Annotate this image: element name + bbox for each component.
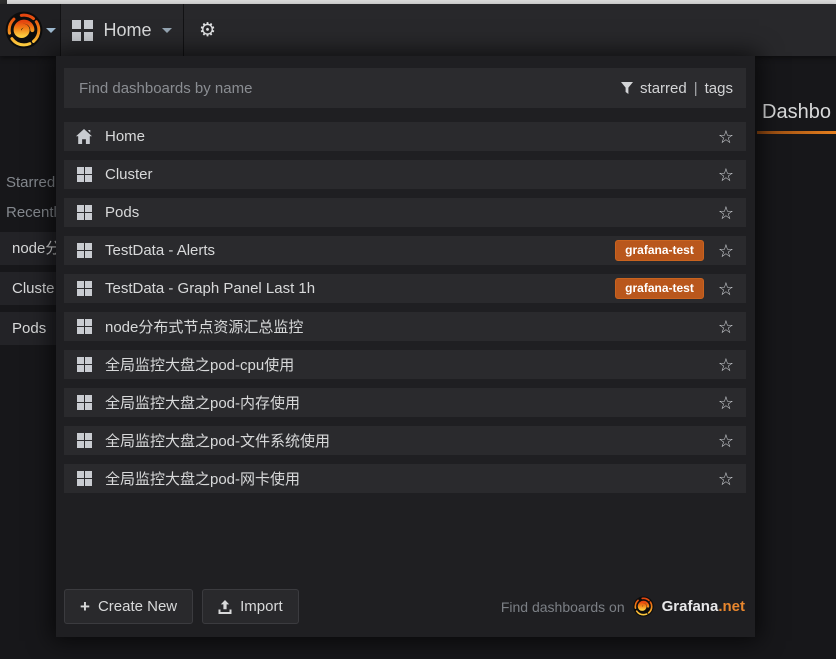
dashboard-search-panel: starred | tags Home ☆ Cluster ☆ xyxy=(56,56,755,637)
dashboard-title: 全局监控大盘之pod-网卡使用 xyxy=(105,468,718,489)
star-icon[interactable]: ☆ xyxy=(718,394,734,412)
filter-tags-link[interactable]: tags xyxy=(705,80,733,97)
dashboard-title: Cluster xyxy=(105,166,718,183)
dashboard-row[interactable]: TestData - Graph Panel Last 1h grafana-t… xyxy=(64,274,746,303)
navbar: Home ⚙ xyxy=(0,4,836,56)
background-section-starred: Starred xyxy=(6,174,55,191)
grid-icon xyxy=(76,167,92,182)
grid-icon xyxy=(76,357,92,372)
tag-badge[interactable]: grafana-test xyxy=(615,240,704,261)
dashboard-list: Home ☆ Cluster ☆ Pods ☆ xyxy=(64,122,746,502)
star-icon[interactable]: ☆ xyxy=(718,356,734,374)
grafana-main-menu-button[interactable] xyxy=(0,4,61,56)
grid-icon xyxy=(76,281,92,296)
background-dashboard-link[interactable]: Cluste xyxy=(0,272,56,305)
star-icon[interactable]: ☆ xyxy=(718,432,734,450)
grafana-screen: { "navbar": { "home_label": "Home" }, "b… xyxy=(0,0,836,659)
star-icon[interactable]: ☆ xyxy=(718,280,734,298)
tab-active-underline xyxy=(757,131,836,134)
upload-icon xyxy=(218,600,232,614)
star-icon[interactable]: ☆ xyxy=(718,166,734,184)
dashboard-picker-label: Home xyxy=(103,20,151,41)
grid-icon xyxy=(76,243,92,258)
background-dashboard-link[interactable]: Pods xyxy=(0,312,56,345)
grafana-logo-icon xyxy=(5,11,43,49)
dashboard-picker-button[interactable]: Home xyxy=(61,4,184,56)
background-tab-dashboards[interactable]: Dashbo xyxy=(762,101,831,124)
filter-divider: | xyxy=(694,80,698,97)
chevron-down-icon xyxy=(46,28,56,33)
settings-menu-button[interactable]: ⚙ xyxy=(184,4,216,56)
dashboard-row[interactable]: 全局监控大盘之pod-文件系统使用 ☆ xyxy=(64,426,746,455)
grid-icon xyxy=(72,20,93,41)
grid-icon xyxy=(76,395,92,410)
grid-icon xyxy=(76,319,92,334)
import-button[interactable]: Import xyxy=(202,589,299,624)
dashboard-title: TestData - Graph Panel Last 1h xyxy=(105,280,615,297)
grafana-net-logo-icon xyxy=(633,596,654,617)
dashboard-title: 全局监控大盘之pod-cpu使用 xyxy=(105,354,718,375)
chevron-down-icon xyxy=(162,28,172,33)
star-icon[interactable]: ☆ xyxy=(718,470,734,488)
dashboard-row[interactable]: 全局监控大盘之pod-内存使用 ☆ xyxy=(64,388,746,417)
dashboard-row[interactable]: TestData - Alerts grafana-test ☆ xyxy=(64,236,746,265)
dashboard-title: TestData - Alerts xyxy=(105,242,615,259)
grid-icon xyxy=(76,471,92,486)
grafana-net-label: Grafana .net xyxy=(662,598,745,615)
grid-icon xyxy=(76,205,92,220)
dashboard-row[interactable]: Cluster ☆ xyxy=(64,160,746,189)
home-icon xyxy=(76,129,92,144)
grid-icon xyxy=(76,433,92,448)
create-new-button[interactable]: + Create New xyxy=(64,589,193,624)
grafana-net-link[interactable]: Find dashboards on Grafana .net xyxy=(501,596,745,617)
dashboard-title: 全局监控大盘之pod-文件系统使用 xyxy=(105,430,718,451)
search-input[interactable] xyxy=(77,79,621,98)
dashboard-row[interactable]: 全局监控大盘之pod-cpu使用 ☆ xyxy=(64,350,746,379)
search-bar: starred | tags xyxy=(64,68,746,108)
star-icon[interactable]: ☆ xyxy=(718,242,734,260)
dashboard-title: Home xyxy=(105,128,718,145)
dashboard-row[interactable]: Home ☆ xyxy=(64,122,746,151)
tag-badge[interactable]: grafana-test xyxy=(615,278,704,299)
filter-controls: starred | tags xyxy=(621,80,733,97)
filter-starred-link[interactable]: starred xyxy=(640,80,687,97)
dashboard-title: 全局监控大盘之pod-内存使用 xyxy=(105,392,718,413)
dashboard-title: Pods xyxy=(105,204,718,221)
star-icon[interactable]: ☆ xyxy=(718,204,734,222)
dashboard-row[interactable]: node分布式节点资源汇总监控 ☆ xyxy=(64,312,746,341)
plus-icon: + xyxy=(80,598,90,615)
star-icon[interactable]: ☆ xyxy=(718,318,734,336)
dashboard-row[interactable]: 全局监控大盘之pod-网卡使用 ☆ xyxy=(64,464,746,493)
dashboard-row[interactable]: Pods ☆ xyxy=(64,198,746,227)
find-dashboards-on-label: Find dashboards on xyxy=(501,599,625,615)
background-dashboard-link[interactable]: node分 xyxy=(0,232,56,265)
import-label: Import xyxy=(240,598,283,615)
panel-footer: + Create New Import Find dashboards on xyxy=(64,589,745,624)
create-new-label: Create New xyxy=(98,598,177,615)
dashboard-title: node分布式节点资源汇总监控 xyxy=(105,316,718,337)
star-icon[interactable]: ☆ xyxy=(718,128,734,146)
gear-icon: ⚙ xyxy=(199,21,216,40)
filter-icon xyxy=(621,82,633,94)
